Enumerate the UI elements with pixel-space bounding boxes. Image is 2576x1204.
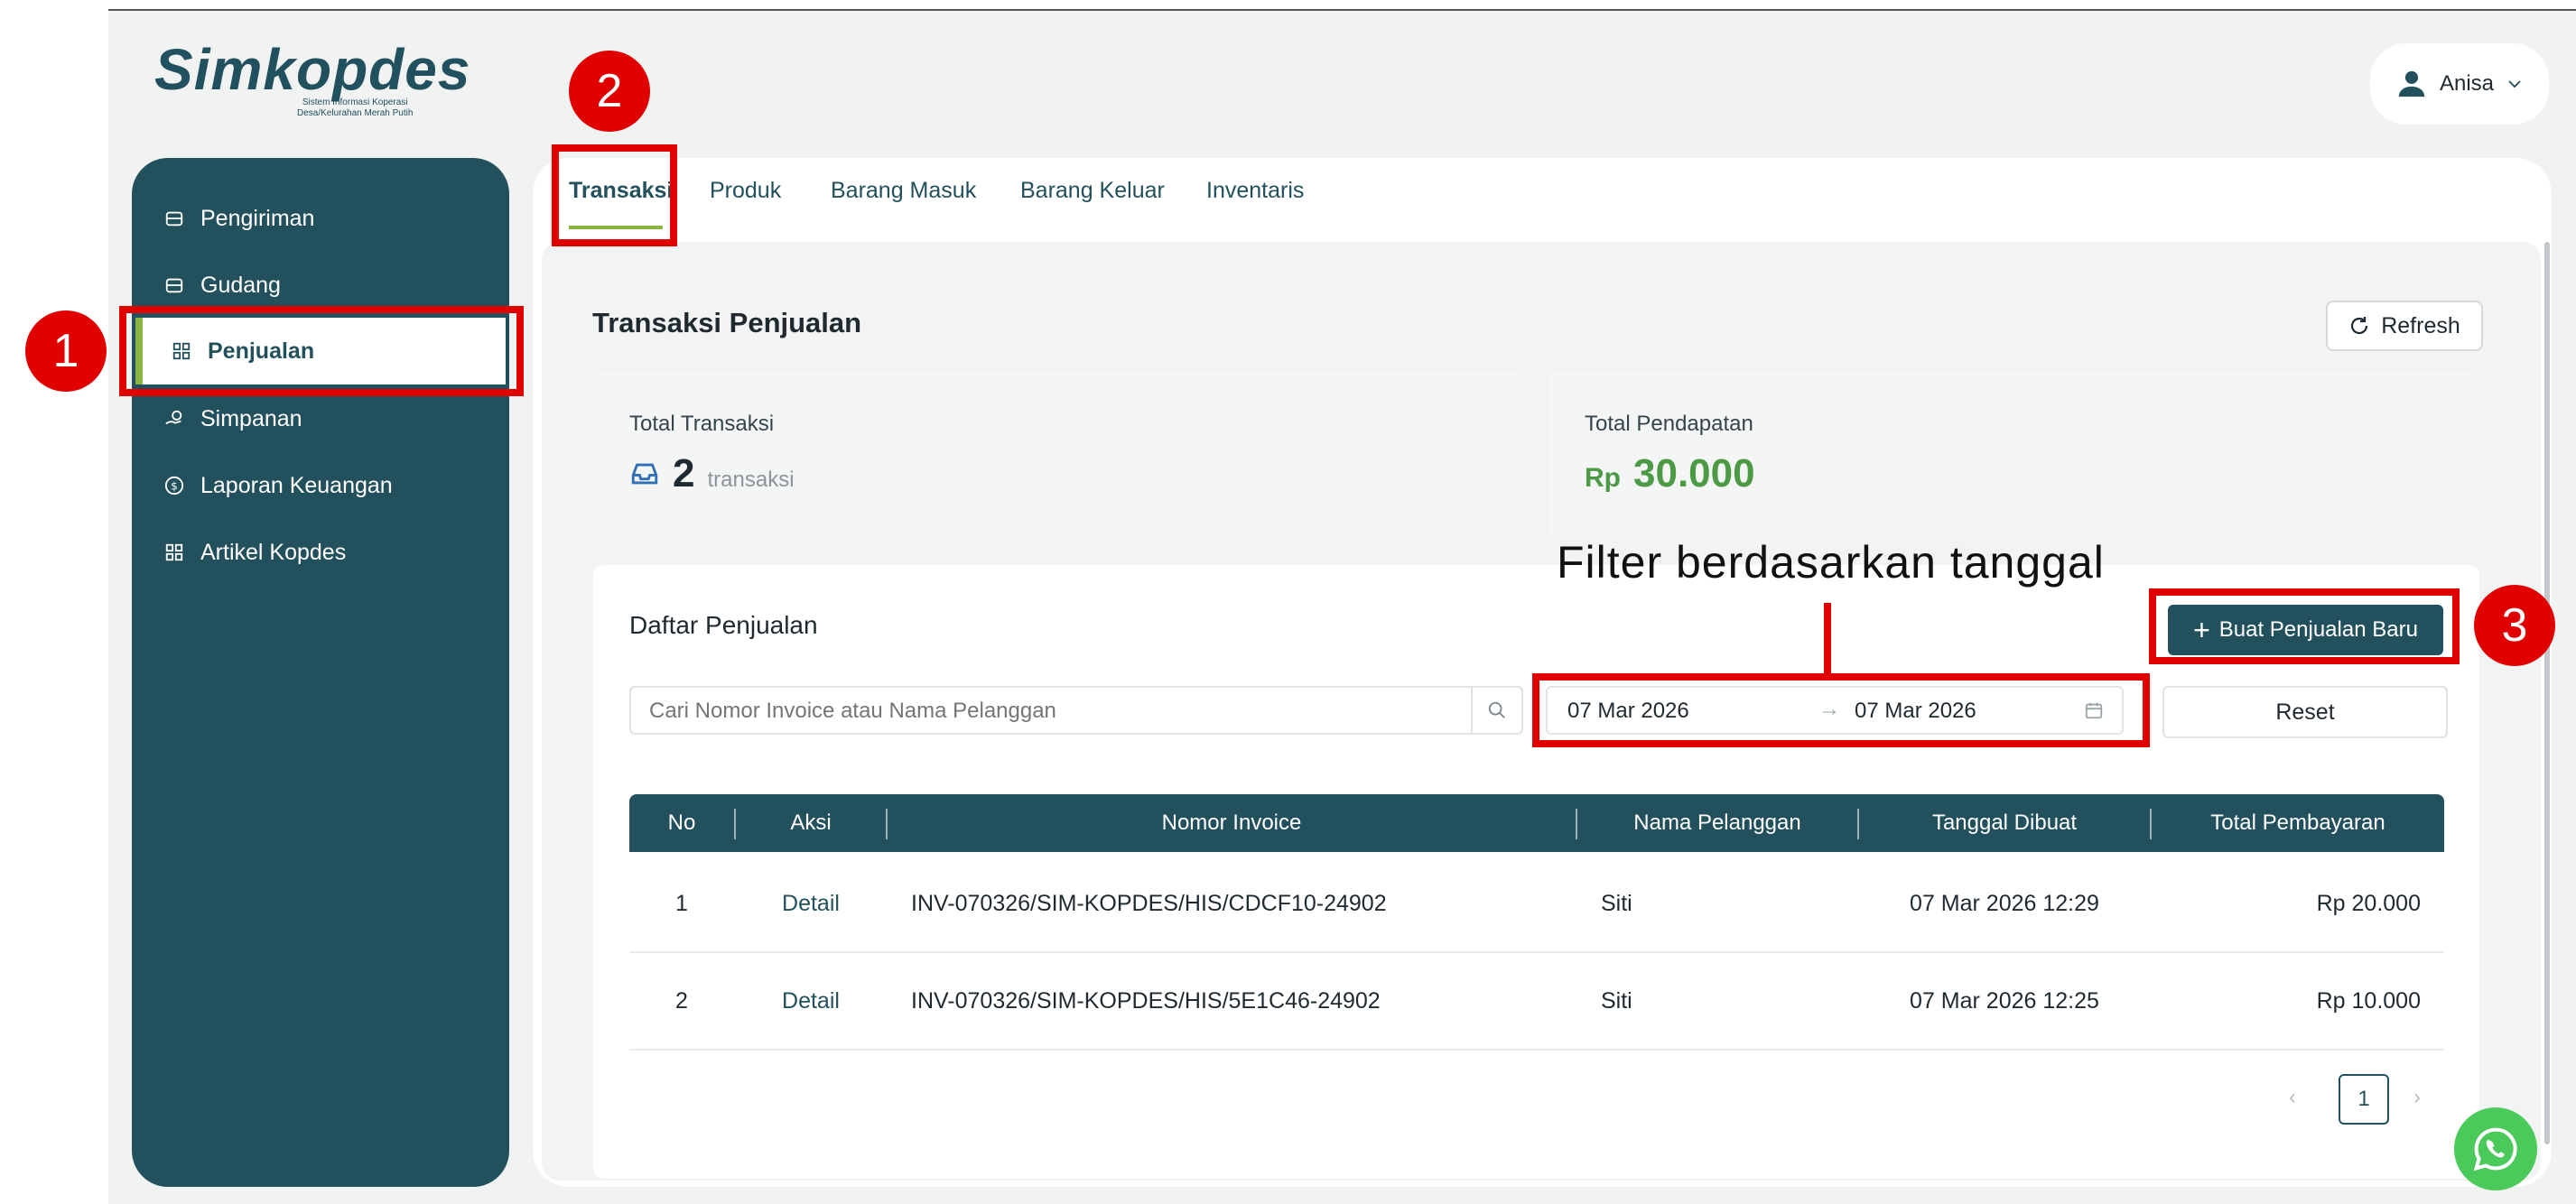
sidebar-item-artikel-kopdes[interactable]: Artikel Kopdes	[164, 528, 346, 577]
sidebar-item-gudang[interactable]: Gudang	[164, 261, 281, 310]
cell-date: 07 Mar 2026 12:25	[1910, 988, 2099, 1014]
annotation-pointer-line	[1824, 603, 1831, 677]
user-name: Anisa	[2439, 71, 2495, 96]
chevron-down-icon	[2508, 80, 2521, 88]
whatsapp-icon	[2473, 1127, 2517, 1172]
cell-total: Rp 10.000	[2316, 988, 2421, 1014]
user-icon	[2398, 70, 2425, 97]
cell-no: 1	[675, 891, 688, 916]
stat-number: 2	[673, 451, 695, 495]
column-header: Aksi	[790, 810, 832, 835]
annotation-badge-3: 3	[2474, 585, 2555, 666]
search-icon	[1488, 701, 1505, 718]
sidebar-item-label: Gudang	[200, 272, 281, 298]
sidebar-item-label: Pengiriman	[200, 205, 315, 231]
grid-icon	[165, 543, 183, 561]
cell-total: Rp 20.000	[2316, 891, 2421, 916]
refresh-icon	[2351, 317, 2368, 335]
tab-barang-keluar[interactable]: Barang Keluar	[1020, 178, 1165, 204]
tab-bar: Transaksi Produk Barang Masuk Barang Kel…	[533, 158, 2552, 226]
cell-invoice: INV-070326/SIM-KOPDES/HIS/5E1C46-24902	[911, 988, 1381, 1014]
sidebar-item-label: Laporan Keuangan	[200, 472, 393, 498]
sidebar-item-label: Simpanan	[200, 405, 302, 431]
svg-text:$: $	[171, 480, 178, 493]
whatsapp-button[interactable]	[2454, 1107, 2537, 1190]
tab-inventaris[interactable]: Inventaris	[1206, 178, 1304, 204]
sidebar-item-label: Artikel Kopdes	[200, 539, 347, 565]
stat-card-total-transaksi: Total Transaksi 2 transaksi	[593, 372, 1525, 540]
sidebar-item-laporan-keuangan[interactable]: $ Laporan Keuangan	[164, 461, 393, 510]
search-button[interactable]	[1471, 688, 1521, 733]
page-title: Transaksi Penjualan	[592, 307, 862, 338]
dollar-circle-icon: $	[164, 476, 184, 495]
annotation-badge-1: 1	[25, 310, 107, 392]
table-header: No Aksi Nomor Invoice Nama Pelanggan Tan…	[629, 794, 2444, 852]
box-icon	[165, 278, 183, 293]
cell-no: 2	[675, 988, 688, 1014]
revenue-amount: 30.000	[1633, 451, 1755, 495]
sidebar-item-simpanan[interactable]: Simpanan	[164, 394, 302, 443]
tab-barang-masuk[interactable]: Barang Masuk	[831, 178, 976, 204]
savings-icon	[165, 410, 182, 425]
annotation-badge-2: 2	[569, 51, 650, 132]
reset-button[interactable]: Reset	[2162, 686, 2448, 738]
app-logo[interactable]: Simkopdes Sistem Informasi Koperasi Desa…	[154, 36, 479, 118]
stat-label: Total Pendapatan	[1585, 412, 1753, 436]
stat-label: Total Transaksi	[629, 412, 775, 436]
pagination: ‹ 1 ›	[2271, 1074, 2421, 1125]
prev-page-icon[interactable]: ‹	[2289, 1085, 2296, 1110]
column-header: Total Pembayaran	[2210, 810, 2385, 835]
annotation-filter-note: Filter berdasarkan tanggal	[1557, 537, 2105, 588]
next-page-icon[interactable]: ›	[2413, 1085, 2421, 1110]
table-row: 1 Detail INV-070326/SIM-KOPDES/HIS/CDCF1…	[629, 856, 2444, 953]
scrollbar[interactable]	[2544, 242, 2550, 1144]
currency-label: Rp	[1585, 463, 1621, 493]
column-header: Nama Pelanggan	[1633, 810, 1801, 835]
user-menu[interactable]: Anisa	[2370, 43, 2549, 125]
column-header: No	[667, 810, 696, 835]
cell-customer: Siti	[1601, 891, 1632, 916]
search-box	[629, 686, 1523, 735]
refresh-button[interactable]: Refresh	[2326, 301, 2483, 351]
column-header: Tanggal Dibuat	[1931, 810, 2078, 835]
cell-customer: Siti	[1601, 988, 1632, 1014]
stat-card-total-pendapatan: Total Pendapatan Rp 30.000	[1548, 372, 2479, 540]
cell-date: 07 Mar 2026 12:29	[1910, 891, 2099, 916]
annotation-box-new-sale	[2149, 588, 2460, 664]
list-title: Daftar Penjualan	[629, 611, 818, 639]
annotation-box-date-filter	[1532, 673, 2150, 747]
inbox-icon	[631, 463, 658, 485]
column-header: Nomor Invoice	[1161, 810, 1302, 835]
stat-unit: transaksi	[707, 468, 795, 492]
tab-produk[interactable]: Produk	[710, 178, 781, 204]
detail-link[interactable]: Detail	[736, 953, 886, 1049]
sidebar-item-pengiriman[interactable]: Pengiriman	[164, 194, 314, 243]
stat-value: Rp 30.000	[1585, 451, 1755, 496]
annotation-box-penjualan	[119, 306, 524, 396]
table-row: 2 Detail INV-070326/SIM-KOPDES/HIS/5E1C4…	[629, 953, 2444, 1051]
logo-text: Simkopdes	[154, 37, 471, 102]
logo-subtitle: Sistem Informasi Koperasi Desa/Kelurahan…	[297, 97, 414, 118]
cell-invoice: INV-070326/SIM-KOPDES/HIS/CDCF10-24902	[911, 891, 1387, 916]
page-number[interactable]: 1	[2339, 1074, 2389, 1125]
box-icon	[165, 211, 183, 227]
stat-value: 2 transaksi	[629, 451, 795, 496]
detail-link[interactable]: Detail	[736, 856, 886, 951]
search-input[interactable]	[647, 697, 1446, 726]
refresh-label: Refresh	[2381, 312, 2460, 338]
annotation-box-transaksi	[552, 144, 677, 246]
